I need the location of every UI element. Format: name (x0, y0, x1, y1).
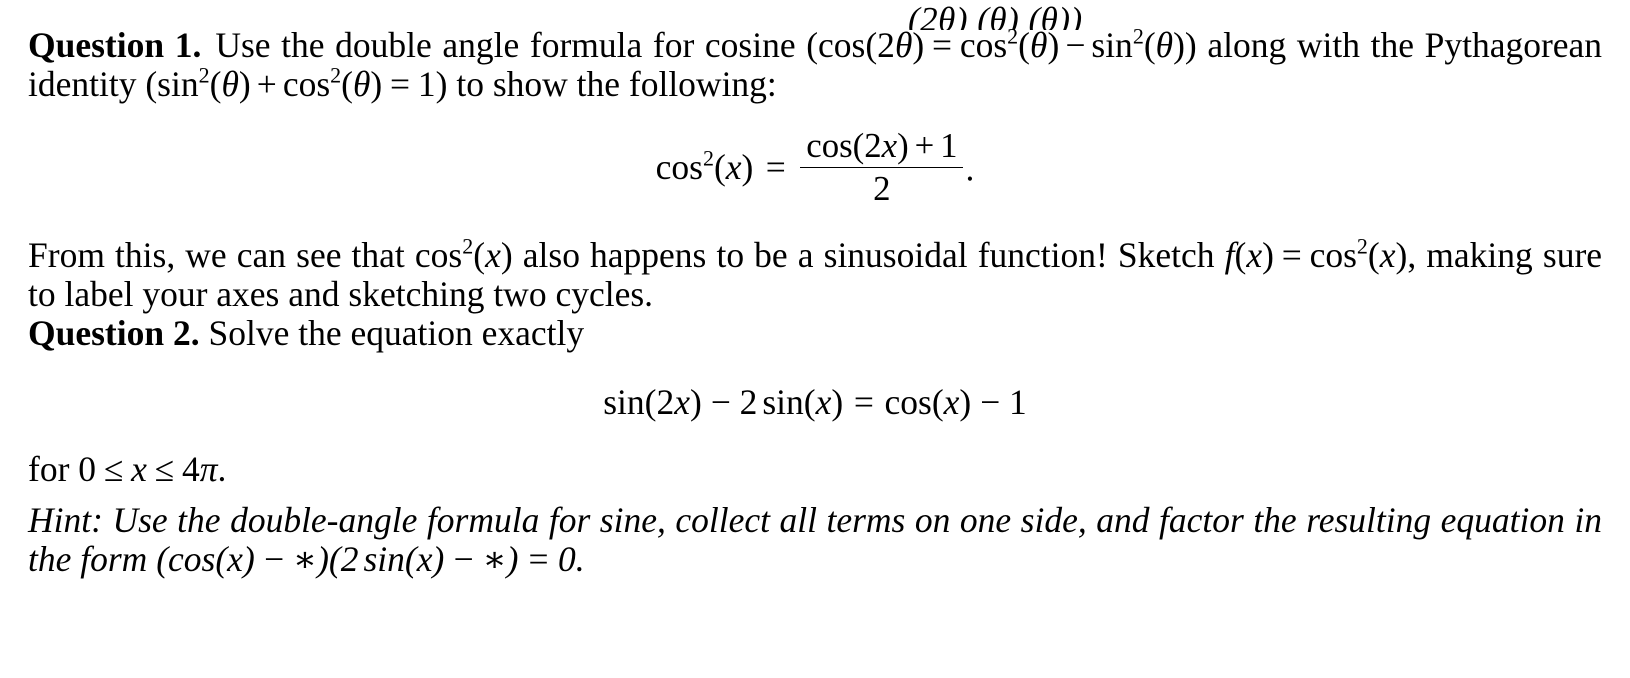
question-1-text-a: Use the double angle formula for cosine (215, 25, 796, 65)
spacer-before-equation-2 (28, 353, 1602, 383)
hint-block: Hint: Use the double-angle formula for s… (28, 499, 1602, 579)
equation-1-lhs: cos2(x) (655, 145, 754, 187)
domain-period: . (217, 448, 227, 489)
question-2-label: Question 2. (28, 312, 200, 353)
equation-1-period: . (965, 148, 975, 189)
hint-label: Hint: (28, 499, 103, 540)
question-1-pythagorean-formula: (sin2(θ) + cos2(θ) = 1) (145, 62, 448, 104)
followup-text-c: , making (1407, 234, 1533, 275)
question-2-block: Question 2. Solve the equation exactly (28, 312, 1602, 353)
question-1-double-angle-formula: (cos(2θ) = cos2(θ) − sin2(θ)) (806, 23, 1197, 65)
question-1-label: Question 1. (28, 25, 202, 65)
question-1-block: Question 1. Use the double angle formula … (28, 23, 1602, 104)
clipped-top-line: (2θ) (θ) (θ)) (28, 0, 1602, 30)
question-1-paragraph: Question 1. Use the double angle formula … (28, 23, 1602, 104)
hint-factored-formula: (cos(x) − ∗)(2 sin(x) − ∗) = 0. (156, 538, 585, 579)
domain-lower-bound: 0 (78, 448, 97, 489)
worksheet-page: (2θ) (θ) (θ)) Question 1. Use the double … (0, 0, 1630, 678)
question-1-followup-paragraph: From this, we can see that cos2(x) also … (28, 232, 1602, 314)
equation-2-lhs: sin(2x) −2 sin(x) (603, 381, 844, 422)
domain-relation-2: ≤ (154, 448, 175, 489)
equation-1-relation: = (765, 146, 786, 187)
equation-2-rhs: cos(x) −1 (884, 381, 1027, 422)
equation-2-relation: = (853, 381, 874, 422)
domain-upper-bound: 4π (181, 448, 218, 489)
spacer-after-equation-2 (28, 422, 1602, 450)
domain-prefix: for (28, 448, 70, 489)
question-2-domain-block: for 0 ≤ x ≤4π. (28, 448, 1602, 489)
hint-paragraph: Hint: Use the double-angle formula for s… (28, 499, 1602, 579)
display-equation-2: sin(2x) −2 sin(x) = cos(x) −1 (28, 381, 1602, 422)
question-1-text-b: along with the (1207, 25, 1414, 65)
question-2-paragraph: Question 2. Solve the equation exactly (28, 312, 1602, 353)
followup-formula-cos2x: cos2(x) (414, 232, 513, 275)
followup-formula-fx: f(x) = cos2(x) (1224, 232, 1408, 275)
question-1-followup-block: From this, we can see that cos2(x) also … (28, 232, 1602, 314)
domain-inequality: 0 ≤ x ≤4π. (78, 449, 226, 489)
followup-text-a: From this, we can see that (28, 234, 405, 275)
followup-text-b: also happens to be a sinusoidal function… (522, 234, 1215, 275)
equation-1-denominator: 2 (873, 169, 891, 209)
hint-star-2: ∗ (482, 538, 507, 579)
hint-text-line1: Use the double-angle formula for sine, c… (112, 499, 1565, 540)
display-equation-1: cos2(x) = cos(2x) +1 2. (28, 126, 1602, 212)
equation-1-numerator: cos(2x) +1 (800, 126, 964, 169)
hint-star-1: ∗ (292, 538, 318, 579)
equation-1-fraction: cos(2x) +1 2 (800, 126, 964, 209)
domain-relation-1: ≤ (103, 448, 124, 489)
domain-variable: x (131, 448, 147, 489)
question-2-prompt: Solve the equation exactly (208, 312, 585, 353)
clipped-top-text: (2θ) (θ) (θ)) (908, 0, 1083, 30)
question-1-text-d: to show the following: (456, 64, 777, 104)
question-2-domain-paragraph: for 0 ≤ x ≤4π. (28, 448, 1602, 489)
